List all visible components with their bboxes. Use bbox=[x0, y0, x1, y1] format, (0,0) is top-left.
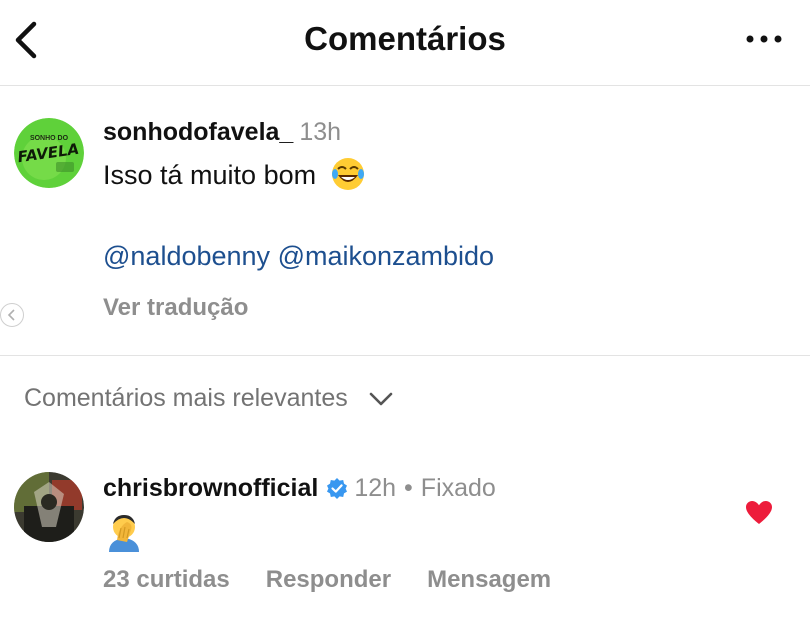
more-horizontal-icon bbox=[746, 35, 782, 43]
comment-actions: 23 curtidas Responder Mensagem bbox=[103, 566, 551, 594]
comment-timestamp: 12h bbox=[354, 474, 397, 502]
see-translation-link[interactable]: Ver tradução bbox=[103, 294, 248, 322]
comment-author-avatar[interactable] bbox=[14, 472, 84, 542]
verified-badge-icon bbox=[326, 477, 348, 506]
caption-username[interactable]: sonhodofavela_ bbox=[103, 118, 293, 146]
edge-back-handle[interactable] bbox=[0, 303, 24, 327]
caption-mentions: @naldobenny @maikonzambido bbox=[103, 241, 494, 272]
sort-label: Comentários mais relevantes bbox=[24, 384, 348, 412]
header-bar: Comentários bbox=[0, 0, 810, 86]
comment-header: chrisbrownofficial 12h • Fixado bbox=[103, 474, 496, 506]
send-message-button[interactable]: Mensagem bbox=[427, 566, 551, 593]
caption-text: Isso tá muito bom bbox=[103, 160, 317, 190]
comment-sort-dropdown[interactable]: Comentários mais relevantes bbox=[24, 384, 393, 413]
reply-button[interactable]: Responder bbox=[266, 566, 391, 593]
facepalm-emoji-icon bbox=[103, 515, 145, 556]
comment-text bbox=[103, 510, 145, 552]
caption-timestamp: 13h bbox=[299, 118, 342, 146]
chevron-down-icon bbox=[369, 393, 393, 406]
chevron-left-icon bbox=[7, 309, 15, 321]
separator-dot: • bbox=[404, 474, 413, 502]
caption-header: sonhodofavela_ 13h bbox=[103, 118, 341, 147]
like-heart-icon[interactable] bbox=[745, 500, 773, 526]
page-title: Comentários bbox=[304, 20, 506, 57]
caption-author-avatar[interactable]: SONHO DO FAVELA bbox=[14, 118, 84, 188]
more-options-button[interactable] bbox=[744, 32, 784, 46]
comment-username[interactable]: chrisbrownofficial bbox=[103, 474, 318, 502]
likes-count-link[interactable]: 23 curtidas bbox=[103, 566, 230, 593]
mention-link[interactable]: @maikonzambido bbox=[278, 241, 495, 271]
caption-text-line: Isso tá muito bom bbox=[103, 156, 366, 199]
laughing-emoji-icon bbox=[330, 156, 366, 199]
mention-link[interactable]: @naldobenny bbox=[103, 241, 270, 271]
pinned-label: Fixado bbox=[420, 474, 496, 502]
